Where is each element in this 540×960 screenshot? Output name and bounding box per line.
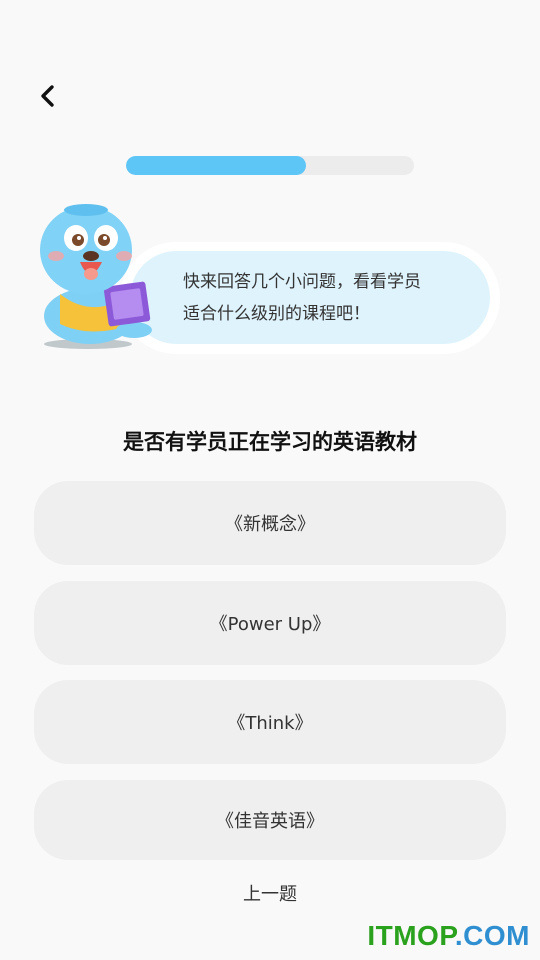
previous-question-link[interactable]: 上一题 — [0, 880, 540, 906]
watermark-logo: ITMOP.COM — [367, 920, 530, 952]
question-title: 是否有学员正在学习的英语教材 — [123, 430, 417, 454]
option-jia-yin-ying-yu[interactable]: 《佳音英语》 — [34, 780, 506, 860]
watermark-text-green: ITMOP — [367, 920, 455, 951]
speech-bubble-text: 快来回答几个小问题，看看学员 适合什么级别的课程吧！ — [183, 266, 483, 330]
option-xin-gai-nian[interactable]: 《新概念》 — [34, 481, 506, 565]
progress-bar — [126, 156, 414, 175]
watermark-text-blue: .COM — [454, 920, 530, 951]
back-button[interactable] — [32, 80, 64, 112]
progress-fill — [126, 156, 306, 175]
chevron-left-icon — [41, 85, 54, 107]
speech-line-1: 快来回答几个小问题，看看学员 — [183, 272, 421, 292]
option-think[interactable]: 《Think》 — [34, 680, 506, 764]
seal-mascot-icon — [40, 204, 152, 349]
option-power-up[interactable]: 《Power Up》 — [34, 581, 506, 665]
speech-line-2: 适合什么级别的课程吧！ — [183, 304, 370, 324]
